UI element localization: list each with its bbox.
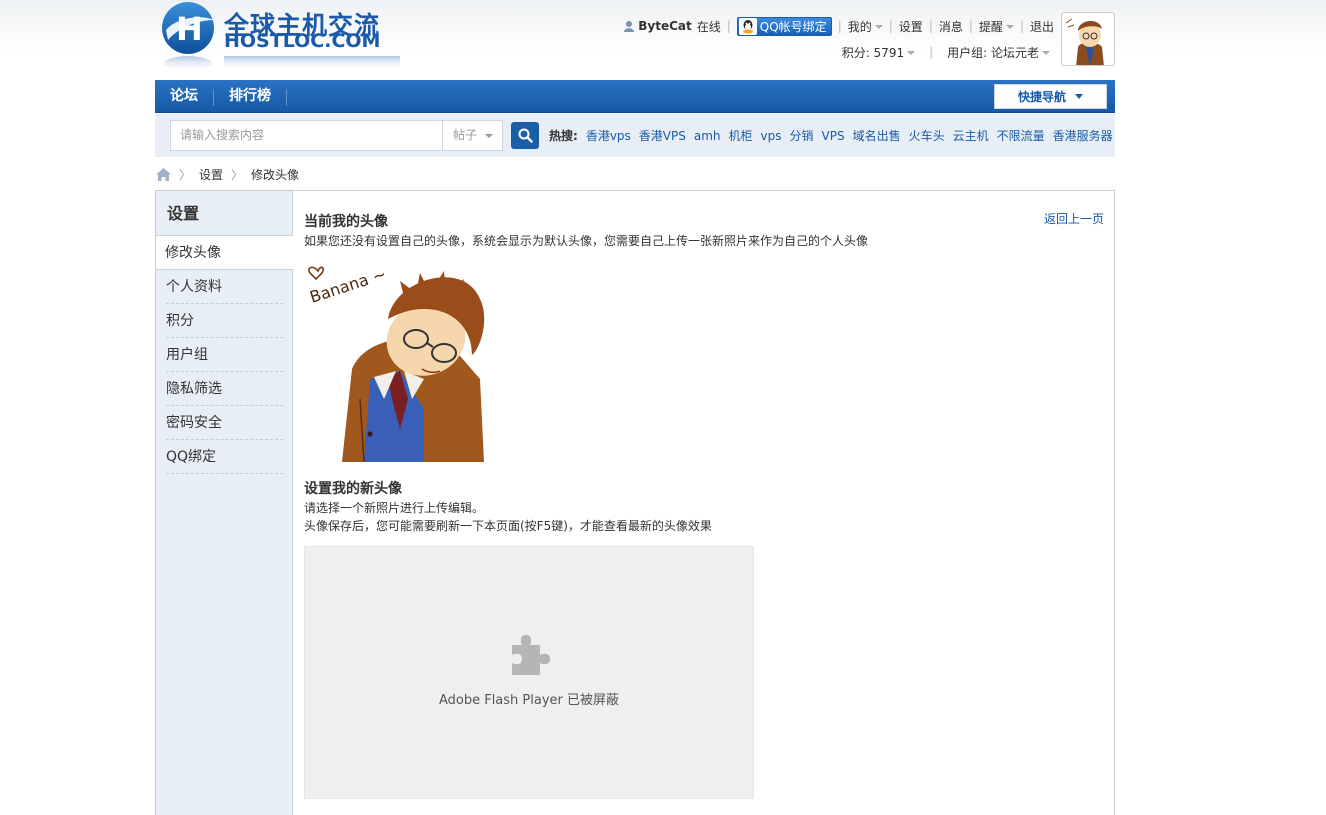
settings-panel: 设置 修改头像 个人资料 积分 用户组 隐私筛选 密码安全 QQ绑定 当前我的头… [155, 190, 1115, 815]
divider: | [928, 19, 933, 33]
hot-term[interactable]: vps [761, 129, 782, 143]
sidebar-title: 设置 [156, 191, 292, 236]
nav-divider [213, 89, 214, 106]
usergroup-label: 用户组: 论坛元老 [947, 45, 1039, 60]
menu-messages[interactable]: 消息 [939, 18, 963, 35]
quick-nav-button[interactable]: 快捷导航 [994, 84, 1107, 109]
menu-my[interactable]: 我的 [848, 18, 883, 35]
online-status: 在线 [696, 19, 721, 34]
breadcrumb-separator: 〉 [231, 167, 244, 182]
search-button[interactable] [511, 122, 539, 149]
hot-search-label: 热搜: [549, 129, 578, 143]
chevron-down-icon [874, 25, 883, 29]
back-link[interactable]: 返回上一页 [1044, 210, 1104, 227]
breadcrumb: 〉 设置 〉 修改头像 [156, 164, 299, 184]
avatar-caption: Banana ~ [307, 264, 388, 307]
hot-term[interactable]: VPS [822, 129, 845, 143]
hot-term[interactable]: 不限流量 [997, 127, 1045, 144]
sidebar-item-points[interactable]: 积分 [166, 304, 283, 338]
user-stats: 积分: 5791 | 用户组: 论坛元老 [842, 42, 1050, 62]
nav-ranking[interactable]: 排行榜 [229, 80, 271, 113]
user-toolbar: ByteCat 在线 | QQ帐号绑定 | 我的 | 设置 | 消息 | 提醒 … [623, 16, 1054, 36]
new-avatar-instruction: 请选择一个新照片进行上传编辑。 [304, 501, 485, 515]
breadcrumb-settings[interactable]: 设置 [199, 166, 223, 183]
sidebar-item-privacy[interactable]: 隐私筛选 [166, 372, 283, 406]
svg-text:H: H [176, 10, 203, 48]
username-link[interactable]: ByteCat [623, 19, 692, 33]
points-menu[interactable]: 积分: 5791 [841, 44, 916, 61]
menu-settings[interactable]: 设置 [899, 18, 923, 35]
user-icon [624, 21, 635, 32]
new-avatar-title: 设置我的新头像 [304, 481, 402, 497]
divider: | [888, 19, 893, 33]
hot-term[interactable]: 机柜 [729, 127, 753, 144]
hot-term[interactable]: 云主机 [953, 127, 989, 144]
sidebar-list: 个人资料 积分 用户组 隐私筛选 密码安全 QQ绑定 [166, 270, 283, 474]
user-avatar-small[interactable] [1061, 12, 1115, 66]
puzzle-plugin-icon [512, 635, 550, 675]
hot-term[interactable]: 分销 [790, 127, 814, 144]
flash-plugin-placeholder[interactable]: Adobe Flash Player 已被屏蔽 [304, 546, 754, 799]
hot-term[interactable]: 香港服务器 [1053, 127, 1113, 144]
sidebar-item-profile[interactable]: 个人资料 [166, 270, 283, 304]
logo-domain: HOSTLOC.COM [224, 30, 381, 52]
hot-term[interactable]: amh [694, 129, 721, 143]
divider: | [968, 19, 973, 33]
qq-bind-label: QQ帐号绑定 [759, 19, 827, 34]
qq-bind-button[interactable]: QQ帐号绑定 [736, 16, 832, 36]
nav-forum[interactable]: 论坛 [170, 80, 198, 113]
new-avatar-note: 头像保存后，您可能需要刷新一下本页面(按F5键)，才能查看最新的头像效果 [304, 519, 712, 533]
current-avatar-title: 当前我的头像 [304, 214, 388, 230]
qq-penguin-icon [738, 17, 757, 35]
search-bar: 请输入搜索内容 帖子 热搜: 香港vps 香港VPS amh 机柜 vps 分销… [155, 114, 1115, 157]
flash-blocked-message: Adobe Flash Player 已被屏蔽 [438, 693, 620, 708]
divider: | [726, 19, 731, 33]
points-label: 积分: 5791 [841, 45, 905, 60]
search-type-label: 帖子 [453, 128, 478, 142]
chevron-down-icon [1042, 51, 1050, 55]
divider: | [837, 19, 842, 33]
menu-logout[interactable]: 退出 [1030, 18, 1054, 35]
sidebar-item-qq[interactable]: QQ绑定 [166, 440, 283, 474]
chevron-down-icon [907, 51, 916, 55]
chevron-down-icon [485, 134, 493, 138]
current-avatar-description: 如果您还没有设置自己的头像，系统会显示为默认头像，您需要自己上传一张新照片来作为… [304, 234, 869, 248]
chevron-down-icon [1005, 25, 1014, 29]
site-logo[interactable]: H 全球主机交流 HOSTLOC.COM [156, 0, 406, 74]
breadcrumb-separator: 〉 [179, 167, 192, 182]
menu-my-label: 我的 [847, 19, 872, 34]
divider: | [1019, 19, 1024, 33]
hot-search: 热搜: 香港vps 香港VPS amh 机柜 vps 分销 VPS 域名出售 火… [549, 114, 1121, 157]
hot-term[interactable]: 域名出售 [853, 127, 901, 144]
hot-term[interactable]: 火车头 [909, 127, 945, 144]
breadcrumb-current: 修改头像 [251, 167, 300, 182]
sidebar-item-password[interactable]: 密码安全 [166, 406, 283, 440]
current-avatar-image: Banana ~ [304, 259, 489, 462]
menu-reminders[interactable]: 提醒 [979, 18, 1014, 35]
quick-nav-label: 快捷导航 [1017, 90, 1066, 104]
divider: | [929, 45, 934, 59]
hot-term[interactable]: 香港VPS [639, 127, 686, 144]
main-nav: 论坛 排行榜 快捷导航 [155, 80, 1115, 113]
search-input[interactable]: 请输入搜索内容 [170, 120, 443, 151]
home-icon[interactable] [156, 167, 171, 181]
search-type-select[interactable]: 帖子 [442, 120, 503, 151]
chevron-down-icon [1075, 94, 1083, 99]
username: ByteCat [638, 19, 692, 33]
sidebar-item-usergroup[interactable]: 用户组 [166, 338, 283, 372]
menu-reminders-label: 提醒 [978, 19, 1003, 34]
nav-divider [286, 89, 287, 106]
usergroup-menu[interactable]: 用户组: 论坛元老 [947, 44, 1050, 61]
sidebar-item-avatar[interactable]: 修改头像 [156, 236, 294, 270]
search-icon [518, 128, 533, 143]
hot-term[interactable]: 香港vps [586, 127, 631, 144]
